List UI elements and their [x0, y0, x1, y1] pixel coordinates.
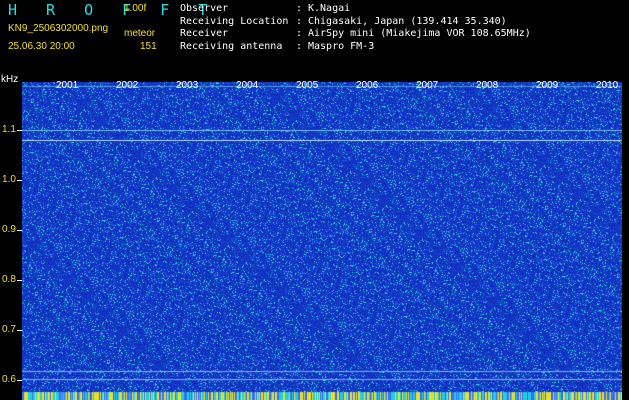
x-tick-label: 2003 — [176, 80, 199, 91]
app-version: 1.00f — [124, 3, 147, 14]
x-tick-label: 2008 — [476, 80, 499, 91]
receiver-row: Receiver: AirSpy mini (Miakejima VOR 108.… — [180, 28, 531, 39]
capture-datetime: 25.06.30 20:00 — [8, 41, 75, 52]
echo-count: 151 — [140, 41, 157, 52]
x-tick-label: 2001 — [56, 80, 79, 91]
x-tick-label: 2005 — [296, 80, 319, 91]
y-tick-label: 0.7 — [2, 324, 16, 335]
spectrogram-canvas — [22, 82, 622, 400]
y-tick-label: 0.8 — [2, 274, 16, 285]
y-tick-label: 1.0 — [2, 174, 16, 185]
observer-row: Observer: K.Nagai — [180, 3, 351, 14]
x-tick-label: 2004 — [236, 80, 259, 91]
x-tick-label: 2010 — [596, 80, 619, 91]
location-row: Receiving Location: Chigasaki, Japan (139… — [180, 15, 507, 27]
y-tick-label: 0.6 — [2, 374, 16, 385]
x-tick-label: 2007 — [416, 80, 439, 91]
y-tick-label: 1.1 — [2, 124, 16, 135]
header-panel: H R O F F T 1.00f KN9_2506302000.png met… — [0, 0, 629, 80]
antenna-row: Receiving antenna: Maspro FM-3 — [180, 40, 375, 52]
y-tick-label: 0.9 — [2, 224, 16, 235]
file-name: KN9_2506302000.png — [8, 23, 109, 34]
station-info: Observer: K.Nagai Receiving Location: Chig… — [180, 3, 531, 53]
x-tick-label: 2002 — [116, 80, 139, 91]
detection-mode: meteor — [124, 28, 156, 39]
x-tick-label: 2009 — [536, 80, 559, 91]
minute-axis: 2001 2002 2003 2004 2005 2006 2007 2008 … — [22, 80, 622, 92]
frequency-unit-label: kHz — [1, 74, 19, 85]
x-tick-label: 2006 — [356, 80, 379, 91]
